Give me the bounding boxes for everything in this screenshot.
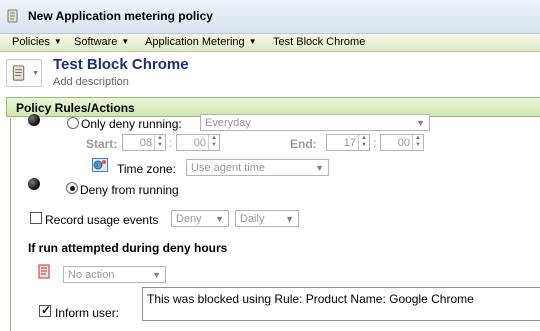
time-separator: : bbox=[373, 136, 377, 150]
chevron-down-icon: ▼ bbox=[32, 70, 39, 77]
action-list-icon bbox=[38, 264, 50, 279]
menu-application-metering[interactable]: Application Metering ▼ bbox=[145, 36, 257, 48]
timezone-globe-icon bbox=[92, 158, 108, 172]
start-label: Start: bbox=[86, 137, 118, 151]
deny-from-running-label: Deny from running bbox=[80, 183, 179, 197]
menu-current-policy[interactable]: Test Block Chrome bbox=[273, 36, 365, 48]
chevron-down-icon: ▼ bbox=[416, 118, 425, 128]
menu-policies[interactable]: Policies ▼ bbox=[12, 36, 62, 48]
usage-interval-select[interactable]: Daily ▼ bbox=[235, 210, 299, 227]
rule-bullet-icon bbox=[28, 114, 40, 126]
chevron-down-icon: ▼ bbox=[285, 214, 294, 224]
inform-user-message-field[interactable]: This was blocked using Rule: Product Nam… bbox=[142, 287, 540, 321]
policy-scroll-icon bbox=[12, 65, 25, 81]
record-usage-checkbox[interactable] bbox=[30, 212, 42, 224]
only-deny-running-radio[interactable] bbox=[67, 117, 79, 129]
chevron-down-icon: ▼ bbox=[53, 37, 62, 46]
end-label: End: bbox=[290, 137, 317, 151]
action-select[interactable]: No action ▼ bbox=[63, 266, 166, 283]
only-deny-running-label: Only deny running: bbox=[81, 117, 182, 131]
usage-event-type-select[interactable]: Deny ▼ bbox=[171, 210, 229, 227]
chevron-down-icon: ▼ bbox=[215, 214, 224, 224]
window-title: New Application metering policy bbox=[28, 9, 213, 23]
spin-arrows-icon: ▲ ▼ bbox=[208, 135, 219, 150]
menu-software[interactable]: Software ▼ bbox=[74, 36, 129, 48]
section-title: Policy Rules/Actions bbox=[16, 101, 135, 115]
spin-arrows-icon: ▲ ▼ bbox=[154, 135, 165, 150]
inform-user-label: Inform user: bbox=[55, 306, 120, 320]
chevron-down-icon: ▼ bbox=[315, 163, 324, 173]
inform-user-checkbox[interactable] bbox=[39, 303, 51, 317]
attempt-section-title: If run attempted during deny hours bbox=[28, 241, 228, 255]
start-minute-spinner[interactable]: 00 ▲ ▼ bbox=[176, 134, 220, 151]
time-separator: : bbox=[169, 136, 173, 150]
policy-title[interactable]: Test Block Chrome bbox=[53, 56, 189, 73]
policy-scroll-icon bbox=[7, 9, 18, 23]
chevron-down-icon: ▼ bbox=[152, 270, 161, 280]
breadcrumb-menu-bar: Policies ▼ Software ▼ Application Metering… bbox=[0, 34, 540, 52]
timezone-select[interactable]: Use agent time ▼ bbox=[186, 159, 329, 176]
spin-arrows-icon: ▲ ▼ bbox=[412, 135, 423, 150]
end-minute-spinner[interactable]: 00 ▲ ▼ bbox=[380, 134, 424, 151]
start-hour-spinner[interactable]: 08 ▲ ▼ bbox=[122, 134, 166, 151]
end-hour-spinner[interactable]: 17 ▲ ▼ bbox=[326, 134, 370, 151]
deny-from-running-radio[interactable] bbox=[66, 182, 78, 194]
description-field[interactable]: Add description bbox=[53, 76, 129, 88]
rule-bullet-icon bbox=[28, 178, 40, 190]
window-title-bar: New Application metering policy bbox=[0, 0, 540, 34]
schedule-select[interactable]: Everyday ▼ bbox=[200, 114, 430, 131]
chevron-down-icon: ▼ bbox=[248, 37, 257, 46]
policy-icon-picker[interactable]: ▼ bbox=[6, 59, 42, 87]
chevron-down-icon: ▼ bbox=[121, 37, 130, 46]
timezone-label: Time zone: bbox=[117, 162, 176, 176]
record-usage-label: Record usage events bbox=[45, 213, 159, 227]
spin-arrows-icon: ▲ ▼ bbox=[358, 135, 369, 150]
